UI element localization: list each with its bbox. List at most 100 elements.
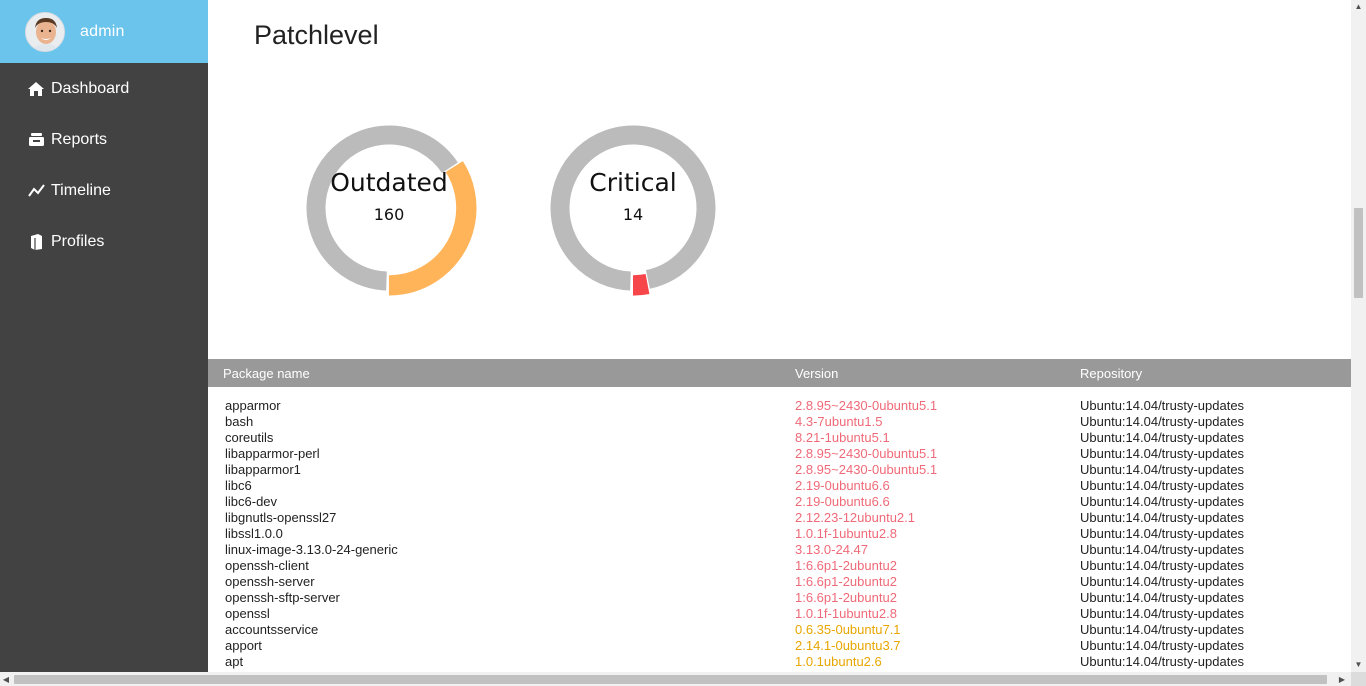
package-repository: Ubuntu:14.04/trusty-updates: [1080, 558, 1245, 573]
scroll-up-arrow-icon[interactable]: ▲: [1351, 0, 1366, 12]
scroll-down-arrow-icon[interactable]: ▼: [1351, 658, 1366, 670]
critical-gauge: Critical 14: [543, 118, 723, 298]
table-row[interactable]: libc6 2.19-0ubuntu6.6 Ubuntu:14.04/trusty-…: [208, 478, 1351, 494]
horizontal-scrollbar[interactable]: ◀ ▶: [0, 672, 1351, 686]
table-row[interactable]: accountsservice 0.6.35-0ubuntu7.1 Ubuntu:1…: [208, 622, 1351, 638]
page-title: Patchlevel: [254, 20, 379, 50]
column-header-repository[interactable]: Repository: [1080, 366, 1142, 381]
package-version: 2.8.95~2430-0ubuntu5.1: [795, 446, 938, 461]
package-repository: Ubuntu:14.04/trusty-updates: [1080, 398, 1245, 413]
package-version: 1.0.1f-1ubuntu2.8: [795, 526, 897, 541]
table-row[interactable]: libapparmor1 2.8.95~2430-0ubuntu5.1 Ubuntu…: [208, 462, 1351, 478]
table-row[interactable]: bash 4.3-7ubuntu1.5 Ubuntu:14.04/trusty-up…: [208, 414, 1351, 430]
package-repository: Ubuntu:14.04/trusty-updates: [1080, 510, 1245, 525]
package-name: apt: [225, 654, 244, 669]
outdated-gauge: Outdated 160: [299, 118, 479, 298]
package-repository: Ubuntu:14.04/trusty-updates: [1080, 526, 1245, 541]
table-row[interactable]: apt 1.0.1ubuntu2.6 Ubuntu:14.04/trusty-upd…: [208, 654, 1351, 670]
package-version: 1:6.6p1-2ubuntu2: [795, 558, 897, 573]
scroll-right-arrow-icon[interactable]: ▶: [1336, 672, 1348, 686]
column-header-version[interactable]: Version: [795, 366, 838, 381]
sidebar-item-dashboard[interactable]: Dashboard: [0, 63, 208, 114]
critical-gauge-value: 14: [622, 205, 644, 224]
package-repository: Ubuntu:14.04/trusty-updates: [1080, 478, 1245, 493]
horizontal-scroll-thumb[interactable]: [14, 675, 1327, 684]
scroll-left-arrow-icon[interactable]: ◀: [0, 672, 12, 686]
package-version: 2.14.1-0ubuntu3.7: [795, 638, 901, 653]
package-version: 2.19-0ubuntu6.6: [795, 494, 890, 509]
table-row[interactable]: libgnutls-openssl27 2.12.23-12ubuntu2.1 Ub…: [208, 510, 1351, 526]
package-version: 1.0.1ubuntu2.6: [795, 654, 882, 669]
sidebar-item-label: Reports: [51, 130, 108, 148]
vertical-scrollbar[interactable]: ▲ ▼: [1351, 0, 1366, 672]
table-row[interactable]: openssh-sftp-server 1:6.6p1-2ubuntu2 Ubunt…: [208, 590, 1351, 606]
package-version: 1.0.1f-1ubuntu2.8: [795, 606, 897, 621]
package-version: 1:6.6p1-2ubuntu2: [795, 574, 897, 589]
table-row[interactable]: openssh-server 1:6.6p1-2ubuntu2 Ubuntu:14.…: [208, 574, 1351, 590]
package-name: bash: [225, 414, 254, 429]
sidebar-item-label: Timeline: [51, 181, 111, 199]
package-name: libc6-dev: [225, 494, 278, 509]
table-row[interactable]: libc6-dev 2.19-0ubuntu6.6 Ubuntu:14.04/tru…: [208, 494, 1351, 510]
package-repository: Ubuntu:14.04/trusty-updates: [1080, 542, 1245, 557]
table-row[interactable]: linux-image-3.13.0-24-generic 3.13.0-24.4…: [208, 542, 1351, 558]
user-block[interactable]: admin: [0, 0, 208, 63]
package-name: linux-image-3.13.0-24-generic: [225, 542, 398, 557]
home-icon: [27, 80, 45, 98]
package-repository: Ubuntu:14.04/trusty-updates: [1080, 590, 1245, 605]
sidebar-item-profiles[interactable]: Profiles: [0, 216, 208, 267]
package-name: accountsservice: [225, 622, 319, 637]
table-row[interactable]: coreutils 8.21-1ubuntu5.1 Ubuntu:14.04/tru…: [208, 430, 1351, 446]
package-repository: Ubuntu:14.04/trusty-updates: [1080, 638, 1245, 653]
outdated-gauge-value: 160: [373, 205, 405, 224]
main-content: Patchlevel Outdated 160 Critical 14 Pack…: [208, 0, 1351, 672]
sidebar-item-label: Profiles: [51, 232, 105, 250]
avatar[interactable]: [25, 11, 65, 52]
table-row[interactable]: apport 2.14.1-0ubuntu3.7 Ubuntu:14.04/trus…: [208, 638, 1351, 654]
inbox-icon: [27, 131, 45, 149]
package-name: apport: [225, 638, 262, 653]
package-repository: Ubuntu:14.04/trusty-updates: [1080, 654, 1245, 669]
table-body: apparmor 2.8.95~2430-0ubuntu5.1 Ubuntu:14.…: [208, 387, 1351, 670]
outdated-gauge-label: Outdated: [330, 168, 448, 197]
sidebar-item-timeline[interactable]: Timeline: [0, 165, 208, 216]
table-row[interactable]: libapparmor-perl 2.8.95~2430-0ubuntu5.1 Ub…: [208, 446, 1351, 462]
package-repository: Ubuntu:14.04/trusty-updates: [1080, 622, 1245, 637]
sidebar: admin Dashboard Reports Timeline Profile…: [0, 0, 208, 686]
app-window: admin Dashboard Reports Timeline Profile…: [0, 0, 1366, 686]
table-row[interactable]: openssh-client 1:6.6p1-2ubuntu2 Ubuntu:14.…: [208, 558, 1351, 574]
table-row[interactable]: libssl1.0.0 1.0.1f-1ubuntu2.8 Ubuntu:14.04…: [208, 526, 1351, 542]
package-version: 2.8.95~2430-0ubuntu5.1: [795, 398, 938, 413]
book-icon: [27, 233, 45, 251]
table-row[interactable]: apparmor 2.8.95~2430-0ubuntu5.1 Ubuntu:14.…: [208, 398, 1351, 414]
package-repository: Ubuntu:14.04/trusty-updates: [1080, 430, 1245, 445]
package-version: 0.6.35-0ubuntu7.1: [795, 622, 901, 637]
table-row[interactable]: openssl 1.0.1f-1ubuntu2.8 Ubuntu:14.04/tru…: [208, 606, 1351, 622]
package-repository: Ubuntu:14.04/trusty-updates: [1080, 446, 1245, 461]
scrollbar-corner: [1351, 672, 1366, 686]
package-version: 3.13.0-24.47: [795, 542, 869, 557]
package-repository: Ubuntu:14.04/trusty-updates: [1080, 414, 1245, 429]
package-version: 2.12.23-12ubuntu2.1: [795, 510, 915, 525]
package-name: openssh-client: [225, 558, 309, 573]
package-repository: Ubuntu:14.04/trusty-updates: [1080, 606, 1245, 621]
package-repository: Ubuntu:14.04/trusty-updates: [1080, 574, 1245, 589]
vertical-scroll-thumb[interactable]: [1354, 208, 1363, 298]
column-header-package-name[interactable]: Package name: [223, 366, 310, 381]
package-name: libapparmor1: [225, 462, 301, 477]
sidebar-item-label: Dashboard: [51, 79, 130, 97]
package-version: 2.19-0ubuntu6.6: [795, 478, 890, 493]
package-name: libapparmor-perl: [225, 446, 320, 461]
package-version: 1:6.6p1-2ubuntu2: [795, 590, 897, 605]
package-name: libgnutls-openssl27: [225, 510, 337, 525]
package-version: 4.3-7ubuntu1.5: [795, 414, 883, 429]
critical-gauge-label: Critical: [589, 168, 677, 197]
package-name: coreutils: [225, 430, 274, 445]
package-repository: Ubuntu:14.04/trusty-updates: [1080, 462, 1245, 477]
package-name: openssh-sftp-server: [225, 590, 340, 605]
table-header: Package name Version Repository: [208, 359, 1351, 387]
package-name: libssl1.0.0: [225, 526, 283, 541]
package-repository: Ubuntu:14.04/trusty-updates: [1080, 494, 1245, 509]
sidebar-item-reports[interactable]: Reports: [0, 114, 208, 165]
package-version: 2.8.95~2430-0ubuntu5.1: [795, 462, 938, 477]
